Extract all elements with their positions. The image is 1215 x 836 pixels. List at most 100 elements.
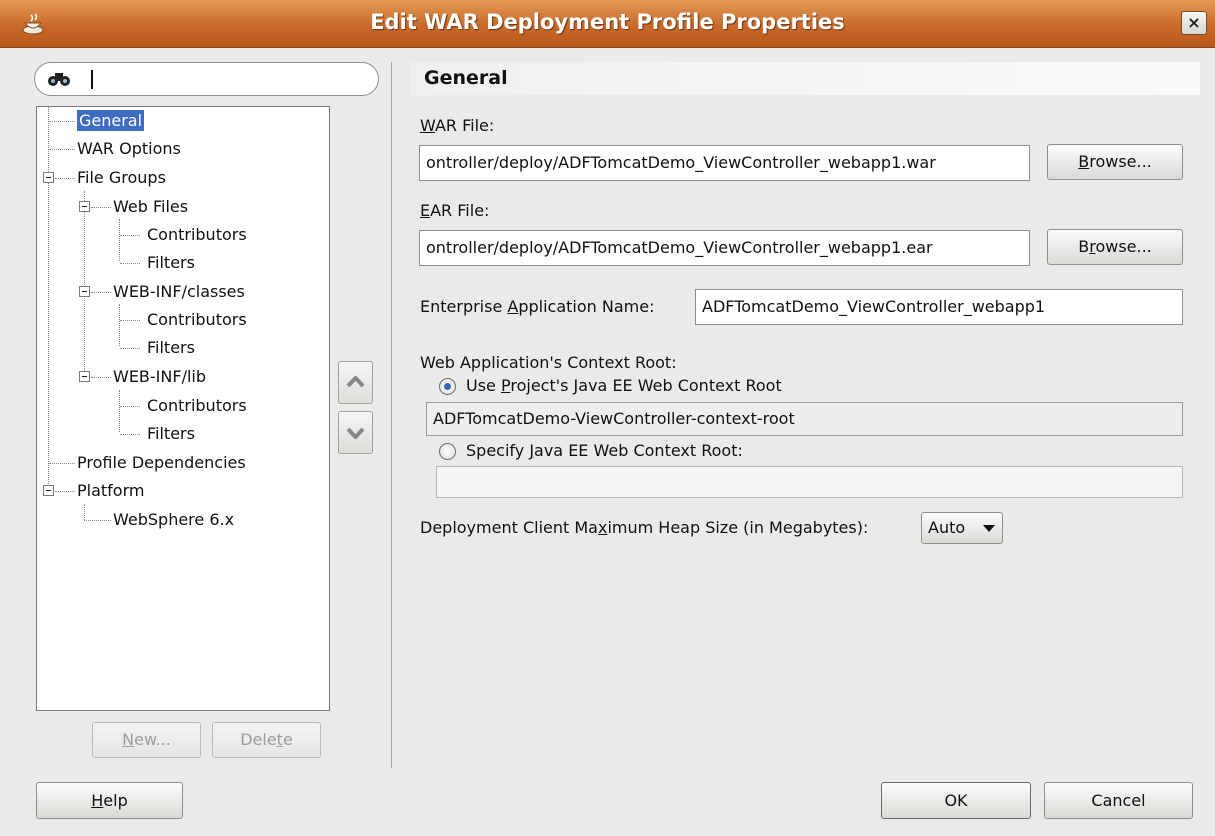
mnemonic: W [420,116,435,135]
dropdown-arrow-icon [983,525,995,532]
ok-button[interactable]: OK [881,782,1031,819]
tree-connector [49,121,75,122]
button-label: elp [103,791,128,810]
tree-connector [91,207,111,208]
war-file-label: WAR File: [420,116,494,135]
tree-connector [84,520,111,521]
collapse-icon[interactable] [79,371,90,382]
tree-item-label: Contributors [147,310,247,329]
tree-item-war-options[interactable]: WAR Options [77,136,181,162]
tree-item-contributors[interactable]: Contributors [147,222,247,248]
help-button[interactable]: Help [36,782,183,819]
binoculars-icon [48,73,70,86]
mnemonic: A [507,297,519,316]
tree-item-filters[interactable]: Filters [147,335,195,361]
browse-war-button[interactable]: Browse... [1047,144,1183,180]
tree-item-profile-dependencies[interactable]: Profile Dependencies [77,450,246,476]
search-field[interactable] [34,62,379,96]
window-title: Edit WAR Deployment Profile Properties [370,10,845,34]
context-root-label: Web Application's Context Root: [420,353,677,372]
label-text: ava EE Web Context Root: [534,441,743,460]
ear-file-label: EAR File: [420,201,489,220]
war-file-field[interactable]: ontroller/deploy/ADFTomcatDemo_ViewContr… [419,145,1030,181]
mnemonic: B [1078,152,1090,171]
button-label: rowse... [1089,152,1152,171]
tree-item-filters[interactable]: Filters [147,421,195,447]
collapse-icon[interactable] [43,172,54,183]
button-label: OK [944,791,968,810]
tree-connector [120,406,140,407]
panel-divider[interactable] [391,62,392,768]
specify-label[interactable]: Specify Java EE Web Context Root: [466,441,743,460]
tree-connector [49,463,75,464]
collapse-icon[interactable] [79,201,90,212]
button-label: owse... [1095,237,1152,256]
label-text: Deployment Client Ma [420,518,598,537]
browse-ear-button[interactable]: Browse... [1047,229,1183,265]
tree-connector [119,219,120,261]
mnemonic: N [122,730,135,749]
mnemonic: E [420,201,431,220]
text-cursor [91,70,93,89]
button-label: B [1078,237,1090,256]
tree-item-label: File Groups [77,168,166,187]
enterprise-app-field[interactable]: ADFTomcatDemo_ViewController_webapp1 [695,289,1183,325]
collapse-icon[interactable] [79,286,90,297]
specify-context-root-field[interactable] [436,466,1183,498]
tree-item-label: Web Files [113,197,189,216]
tree-connector [120,348,140,349]
tree-item-file-groups[interactable]: File Groups [77,165,166,191]
collapse-icon[interactable] [43,485,54,496]
page-title: General [410,62,1200,95]
use-project-label[interactable]: Use Project's Java EE Web Context Root [466,376,782,395]
tree-item-platform[interactable]: Platform [77,478,144,504]
mnemonic: P [500,376,511,395]
close-button[interactable]: × [1181,11,1207,35]
tree-item-web-files[interactable]: Web Files [113,194,188,220]
tree-item-websphere[interactable]: WebSphere 6.x [113,507,234,533]
new-button[interactable]: New... [92,722,201,758]
select-value: Auto [928,518,966,537]
chevron-up-icon [346,376,365,388]
label-text: Use [466,376,501,395]
use-project-radio[interactable] [439,378,456,395]
move-up-button[interactable] [338,361,373,404]
move-down-button[interactable] [338,411,373,454]
tree-item-label: Filters [147,338,195,357]
project-context-root-field: ADFTomcatDemo-ViewController-context-roo… [426,402,1183,436]
tree-item-label: WEB-INF/classes [113,282,245,301]
cancel-button[interactable]: Cancel [1044,782,1193,819]
tree-item-general[interactable]: General [77,108,145,134]
ear-file-field[interactable]: ontroller/deploy/ADFTomcatDemo_ViewContr… [419,230,1030,266]
tree-item-label: Contributors [147,396,247,415]
tree-item-web-inf-classes[interactable]: WEB-INF/classes [113,279,245,305]
tree-connector [119,390,120,432]
tree-item-label: General [77,110,145,131]
label-text: Specify [466,441,530,460]
tree-connector [49,149,75,150]
mnemonic: H [91,791,104,810]
tree-item-label: Filters [147,253,195,272]
label-text: imum Heap Size (in Megabytes): [607,518,869,537]
specify-radio[interactable] [439,443,456,460]
dialog-window: Edit WAR Deployment Profile Properties × [0,0,1215,836]
label-text: Enterprise [420,297,508,316]
heap-size-select[interactable]: Auto [921,512,1003,544]
button-label: Cancel [1091,791,1146,810]
tree-item-label: WAR Options [77,139,181,158]
delete-button[interactable]: Delete [212,722,321,758]
tree-item-contributors[interactable]: Contributors [147,393,247,419]
tree-connector [120,320,140,321]
tree-connector [120,263,140,264]
tree-connector [91,292,111,293]
tree-item-contributors[interactable]: Contributors [147,307,247,333]
title-bar[interactable]: Edit WAR Deployment Profile Properties × [0,0,1215,48]
label-text: roject's Java EE Web Context Root [510,376,782,395]
tree-connector [48,107,49,490]
navigation-tree[interactable]: General WAR Options File Groups Web File… [36,106,330,711]
chevron-down-icon [346,427,365,439]
button-label: Dele [240,730,277,749]
tree-item-web-inf-lib[interactable]: WEB-INF/lib [113,364,206,390]
tree-item-filters[interactable]: Filters [147,250,195,276]
label-text: AR File: [430,201,490,220]
